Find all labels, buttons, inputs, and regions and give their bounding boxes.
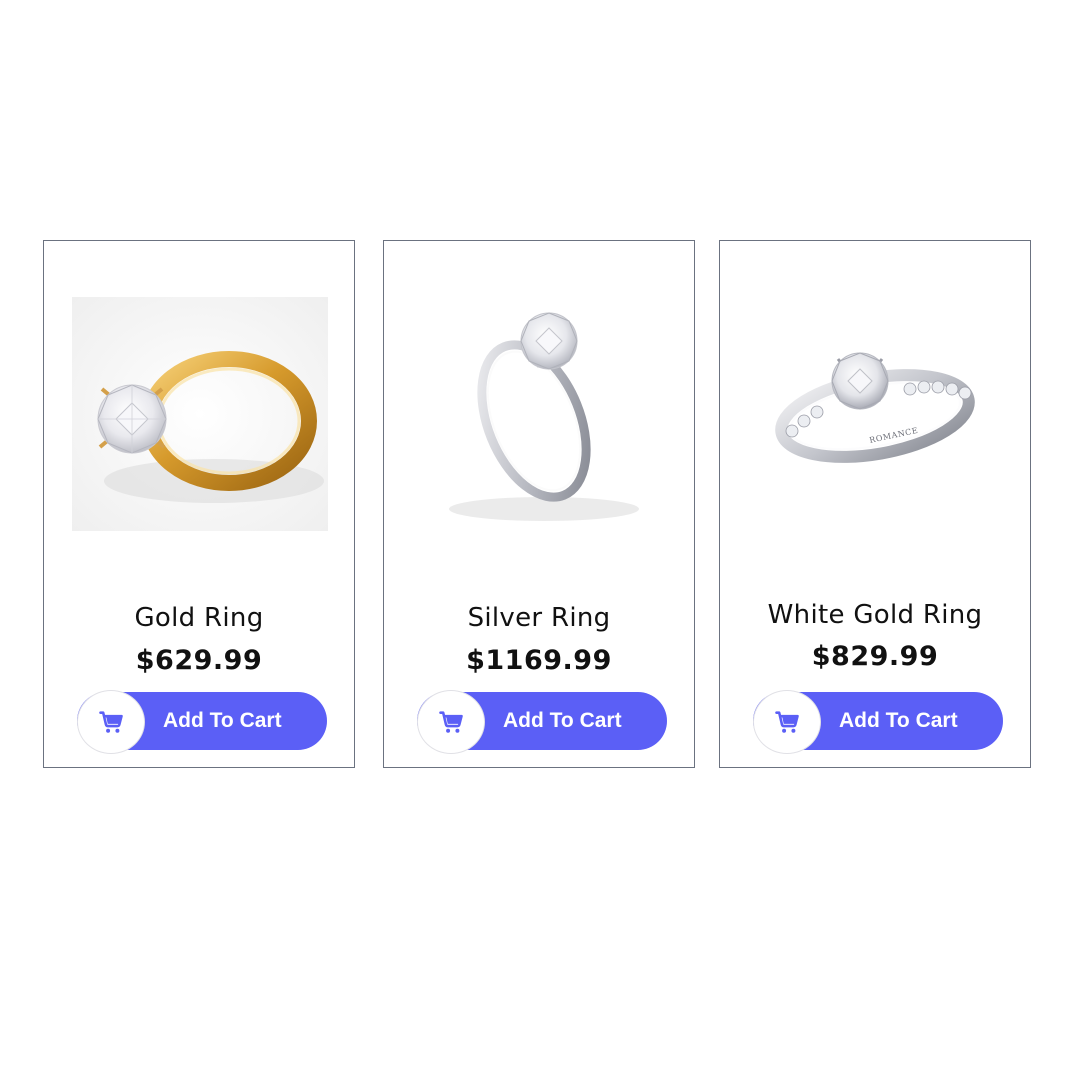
add-to-cart-label: Add To Cart — [503, 709, 622, 732]
product-name: Gold Ring — [134, 603, 264, 633]
product-card: Gold Ring $629.99 Add To Cart — [43, 240, 355, 768]
cart-icon-container[interactable] — [417, 690, 485, 754]
shopping-cart-icon — [99, 711, 123, 733]
product-name: Silver Ring — [467, 603, 611, 633]
add-to-cart-label: Add To Cart — [163, 709, 282, 732]
gold-ring-image — [72, 297, 328, 531]
product-card: ROMANCE White Gold Ring $829.99 Add To C… — [719, 240, 1031, 768]
product-image-white-gold-ring[interactable]: ROMANCE — [740, 281, 1010, 541]
product-image-silver-ring[interactable] — [404, 281, 674, 541]
product-name: White Gold Ring — [767, 600, 983, 630]
product-image-gold-ring[interactable] — [64, 281, 334, 541]
cart-icon-container[interactable] — [753, 690, 821, 754]
product-price: $629.99 — [135, 645, 263, 676]
product-price: $1169.99 — [466, 645, 612, 676]
product-card: Silver Ring $1169.99 Add To Cart — [383, 240, 695, 768]
product-price: $829.99 — [811, 641, 939, 672]
add-to-cart-button[interactable]: Add To Cart — [77, 690, 327, 754]
add-to-cart-button[interactable]: Add To Cart — [753, 690, 1003, 754]
shopping-cart-icon — [439, 711, 463, 733]
add-to-cart-button[interactable]: Add To Cart — [417, 690, 667, 754]
white-gold-ring-image: ROMANCE — [775, 352, 975, 463]
silver-ring-image — [449, 312, 639, 521]
cart-icon-container[interactable] — [77, 690, 145, 754]
add-to-cart-label: Add To Cart — [839, 709, 958, 732]
shopping-cart-icon — [775, 711, 799, 733]
